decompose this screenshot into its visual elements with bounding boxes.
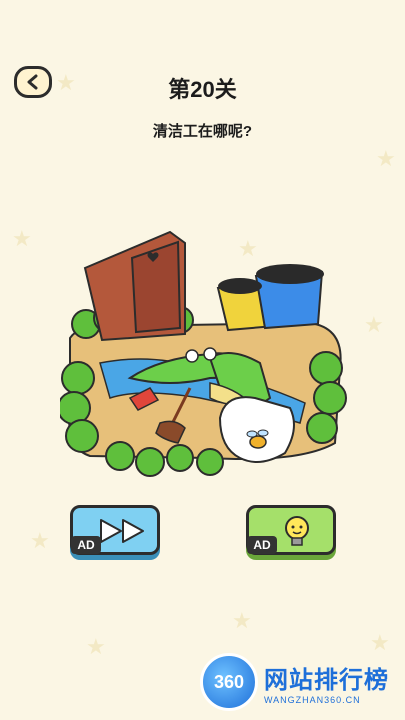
watermark-subtitle: WANGZHAN360.CN <box>264 694 361 705</box>
bee-soap-icon <box>218 396 295 463</box>
star-decoration-icon: ★ <box>376 146 396 171</box>
star-decoration-icon: ★ <box>232 608 252 633</box>
watermark-title: 网站排行榜 <box>264 666 389 694</box>
ad-badge: AD <box>71 536 101 554</box>
star-decoration-icon: ★ <box>86 634 106 659</box>
question-text: 清洁工在哪呢? <box>152 123 253 140</box>
star-decoration-icon: ★ <box>12 226 32 251</box>
level-title: 第20关 <box>168 77 237 102</box>
watermark-logo: 360 <box>200 653 258 711</box>
watermark: 360 网站排行榜 WANGZHAN360.CN <box>200 650 400 714</box>
puzzle-scene[interactable] <box>60 228 350 478</box>
star-decoration-icon: ★ <box>30 528 50 553</box>
trash-bins-icon <box>216 264 324 332</box>
lightbulb-icon <box>285 516 309 546</box>
fast-forward-icon <box>100 519 144 543</box>
star-decoration-icon: ★ <box>364 312 384 337</box>
hint-button[interactable]: AD <box>246 505 336 555</box>
skip-level-button[interactable]: AD <box>70 505 160 555</box>
outhouse-icon <box>83 230 186 342</box>
ad-badge: AD <box>247 536 277 554</box>
